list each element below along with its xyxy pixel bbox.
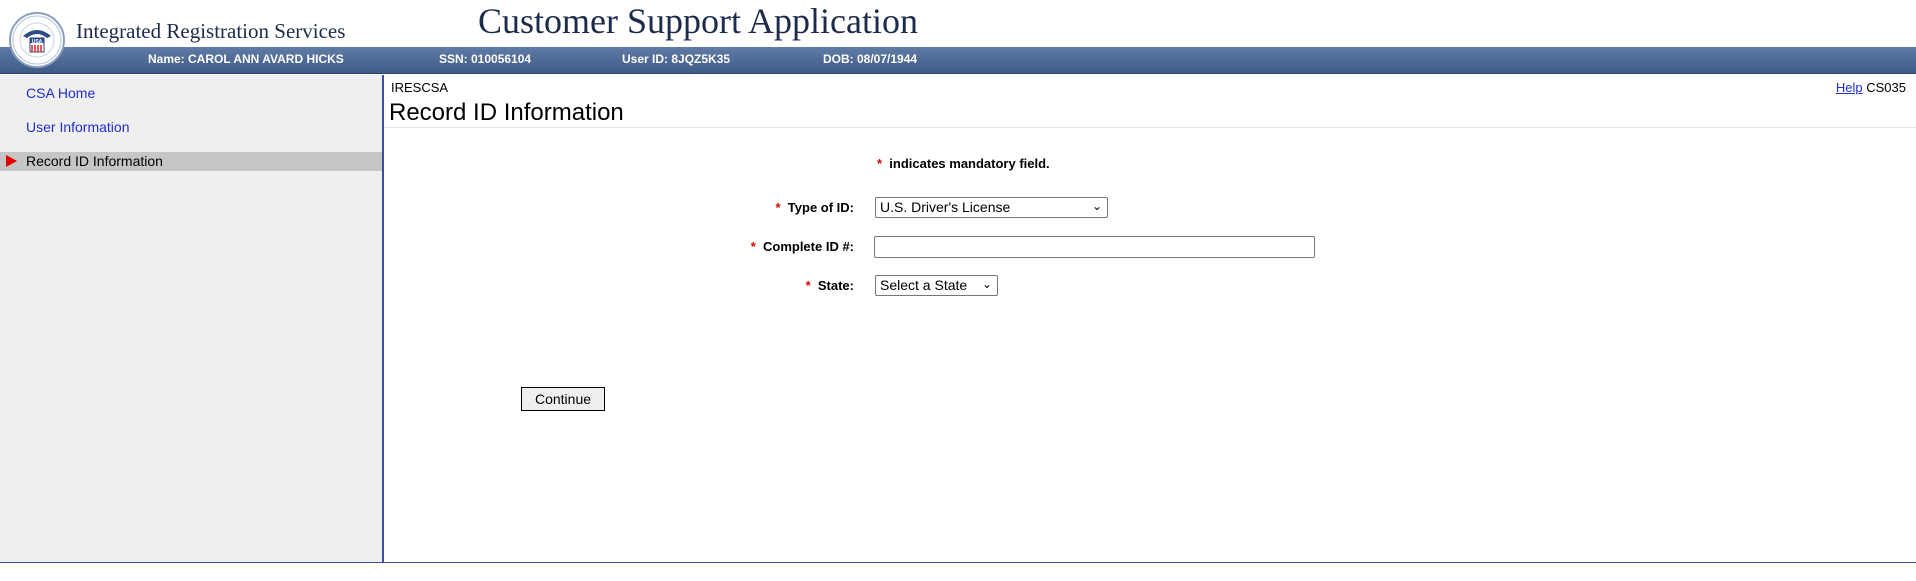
user-name: Name: CAROL ANN AVARD HICKS bbox=[148, 52, 344, 66]
bottom-divider bbox=[0, 562, 1916, 563]
title-divider bbox=[384, 127, 1916, 128]
sidebar-item-label: Record ID Information bbox=[26, 153, 163, 169]
screen-code: CS035 bbox=[1866, 80, 1906, 95]
continue-button[interactable]: Continue bbox=[521, 387, 605, 411]
sidebar-item-record-id-information[interactable]: Record ID Information bbox=[0, 152, 382, 171]
sidebar-item-user-information[interactable]: User Information bbox=[0, 118, 382, 137]
state-label: * State: bbox=[384, 278, 854, 293]
user-info-bar: Name: CAROL ANN AVARD HICKS SSN: 0100561… bbox=[0, 47, 1916, 74]
app-code: IRESCSA bbox=[391, 80, 449, 95]
required-marker: * bbox=[775, 200, 781, 215]
type-of-id-select[interactable]: U.S. Driver's License ⌄ bbox=[875, 197, 1108, 218]
org-name: Integrated Registration Services bbox=[76, 19, 346, 43]
user-dob: DOB: 08/07/1944 bbox=[823, 52, 918, 66]
help-area: Help CS035 bbox=[1836, 80, 1906, 95]
page-title: Record ID Information bbox=[389, 99, 624, 126]
type-of-id-label-text: Type of ID: bbox=[787, 200, 854, 215]
type-of-id-label: * Type of ID: bbox=[384, 200, 855, 215]
sidebar-link-csa-home[interactable]: CSA Home bbox=[26, 85, 95, 101]
required-marker: * bbox=[805, 278, 811, 293]
user-id: User ID: 8JQZ5K35 bbox=[622, 52, 731, 66]
sidebar-item-csa-home[interactable]: CSA Home bbox=[0, 84, 382, 103]
seal-text: USA bbox=[32, 39, 43, 45]
state-value: Select a State bbox=[880, 277, 968, 293]
right-triangle-icon bbox=[6, 155, 17, 167]
required-marker: * bbox=[877, 156, 883, 171]
app-title: Customer Support Application bbox=[478, 1, 918, 41]
complete-id-input[interactable] bbox=[874, 236, 1315, 258]
user-ssn: SSN: 010056104 bbox=[439, 52, 532, 66]
sidebar-link-user-information[interactable]: User Information bbox=[26, 119, 129, 135]
chevron-down-icon: ⌄ bbox=[1091, 199, 1102, 213]
mandatory-note-text: indicates mandatory field. bbox=[889, 156, 1050, 171]
type-of-id-value: U.S. Driver's License bbox=[880, 199, 1011, 215]
sidebar: CSA Home User Information Record ID Info… bbox=[0, 75, 384, 562]
mandatory-note: * indicates mandatory field. bbox=[877, 156, 1050, 171]
complete-id-label-text: Complete ID #: bbox=[762, 239, 854, 254]
chevron-down-icon: ⌄ bbox=[981, 277, 992, 291]
required-marker: * bbox=[750, 239, 756, 254]
state-label-text: State: bbox=[817, 278, 854, 293]
state-select[interactable]: Select a State ⌄ bbox=[875, 275, 998, 296]
help-link[interactable]: Help bbox=[1836, 80, 1863, 95]
agency-seal-icon: USA bbox=[9, 12, 65, 68]
complete-id-label: * Complete ID #: bbox=[384, 239, 854, 254]
main-content: IRESCSA Help CS035 Record ID Information… bbox=[384, 75, 1916, 562]
header: USA Integrated Registration Services Cus… bbox=[0, 0, 1916, 75]
